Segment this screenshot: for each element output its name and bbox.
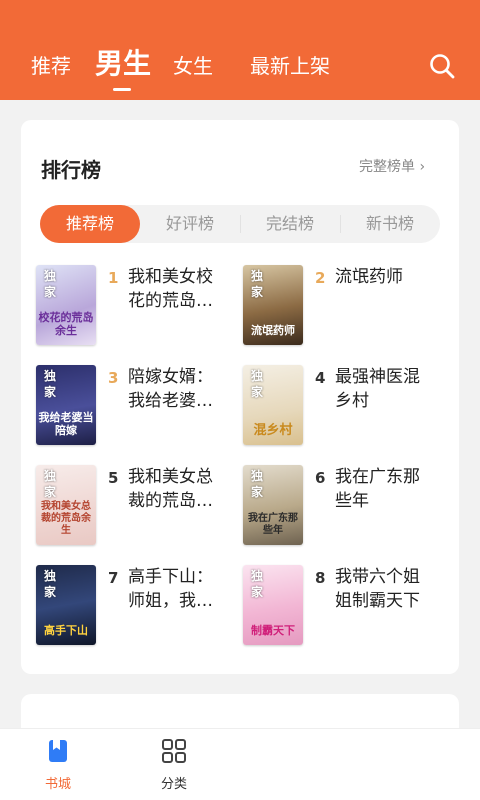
tab-female[interactable]: 女生 (173, 44, 213, 88)
cover-title: 我给老婆当陪嫁 (38, 411, 94, 437)
book-item[interactable]: 独家 我给老婆当陪嫁 3 陪嫁女婿：我给老婆… (36, 365, 236, 447)
exclusive-badge: 独家 (250, 569, 263, 599)
exclusive-badge: 独家 (250, 269, 263, 299)
rank-number: 4 (315, 369, 326, 387)
exclusive-badge: 独家 (43, 469, 56, 499)
exclusive-badge: 独家 (43, 269, 56, 299)
cover-title: 流氓药师 (251, 324, 295, 337)
top-header: 推荐 男生 女生 最新上架 (0, 0, 480, 100)
nav-label: 分类 (160, 777, 187, 792)
book-icon (44, 737, 72, 765)
rank-number: 5 (108, 469, 119, 487)
book-title: 我带六个姐姐制霸天下 (335, 567, 420, 611)
rank-number: 7 (108, 569, 119, 587)
cover-title: 混乡村 (253, 423, 293, 438)
nav-category[interactable]: 分类 (134, 729, 214, 800)
rank-number: 2 (315, 269, 326, 287)
nav-label: 书城 (44, 777, 71, 792)
book-title: 我和美女校花的荒岛… (128, 267, 213, 311)
book-item[interactable]: 独家 混乡村 4 最强神医混乡村 (243, 365, 443, 447)
book-title: 我在广东那些年 (335, 467, 420, 511)
tab-recommend[interactable]: 推荐 (31, 44, 71, 88)
section-title: 排行榜 (41, 158, 101, 182)
tab-new-arrivals[interactable]: 最新上架 (250, 44, 330, 88)
segment-new[interactable]: 新书榜 (340, 205, 440, 243)
book-cover: 独家 我在广东那些年 (243, 465, 303, 545)
channel-tabs: 推荐 男生 女生 最新上架 (0, 44, 480, 88)
cover-title: 我和美女总裁的荒岛余生 (41, 501, 91, 536)
book-title: 流氓药师 (335, 267, 403, 287)
book-title: 陪嫁女婿：我给老婆… (128, 367, 213, 411)
full-ranking-link[interactable]: 完整榜单 › (359, 156, 425, 176)
book-item[interactable]: 独家 流氓药师 2 流氓药师 (243, 265, 443, 347)
book-cover: 独家 我给老婆当陪嫁 (36, 365, 96, 445)
active-tab-indicator (113, 88, 131, 91)
cover-title: 我在广东那些年 (248, 513, 298, 536)
rank-number: 3 (108, 369, 119, 387)
ranking-segment-control: 推荐榜 好评榜 完结榜 新书榜 (40, 205, 440, 243)
book-cover: 独家 混乡村 (243, 365, 303, 445)
rank-number: 8 (315, 569, 326, 587)
book-cover: 独家 我和美女总裁的荒岛余生 (36, 465, 96, 545)
book-cover: 独家 高手下山 (36, 565, 96, 645)
bottom-nav: 书城 分类 (0, 728, 480, 800)
book-item[interactable]: 独家 我和美女总裁的荒岛余生 5 我和美女总裁的荒岛… (36, 465, 236, 547)
book-item[interactable]: 独家 我在广东那些年 6 我在广东那些年 (243, 465, 443, 547)
exclusive-badge: 独家 (250, 369, 263, 399)
segment-rating[interactable]: 好评榜 (140, 205, 240, 243)
rank-number: 6 (315, 469, 326, 487)
cover-title: 校花的荒岛余生 (38, 311, 94, 337)
exclusive-badge: 独家 (250, 469, 263, 499)
ranking-card: 排行榜 完整榜单 › 推荐榜 好评榜 完结榜 新书榜 独家 校花的荒岛余生 1 … (21, 120, 459, 674)
cover-title: 高手下山 (44, 624, 88, 637)
cover-title: 制霸天下 (251, 624, 295, 637)
exclusive-badge: 独家 (43, 369, 56, 399)
book-title: 最强神医混乡村 (335, 367, 420, 411)
book-title: 我和美女总裁的荒岛… (128, 467, 213, 511)
segment-completed[interactable]: 完结榜 (240, 205, 340, 243)
search-icon[interactable] (428, 52, 456, 80)
rank-number: 1 (108, 269, 119, 287)
exclusive-badge: 独家 (43, 569, 56, 599)
book-item[interactable]: 独家 高手下山 7 高手下山：师姐，我… (36, 565, 236, 647)
segment-recommend[interactable]: 推荐榜 (40, 205, 140, 243)
tab-male[interactable]: 男生 (95, 42, 151, 86)
book-title: 高手下山：师姐，我… (128, 567, 213, 611)
book-cover: 独家 校花的荒岛余生 (36, 265, 96, 345)
book-cover: 独家 制霸天下 (243, 565, 303, 645)
book-item[interactable]: 独家 校花的荒岛余生 1 我和美女校花的荒岛… (36, 265, 236, 347)
grid-icon (160, 737, 188, 765)
nav-bookstore[interactable]: 书城 (18, 729, 98, 800)
book-cover: 独家 流氓药师 (243, 265, 303, 345)
book-item[interactable]: 独家 制霸天下 8 我带六个姐姐制霸天下 (243, 565, 443, 647)
